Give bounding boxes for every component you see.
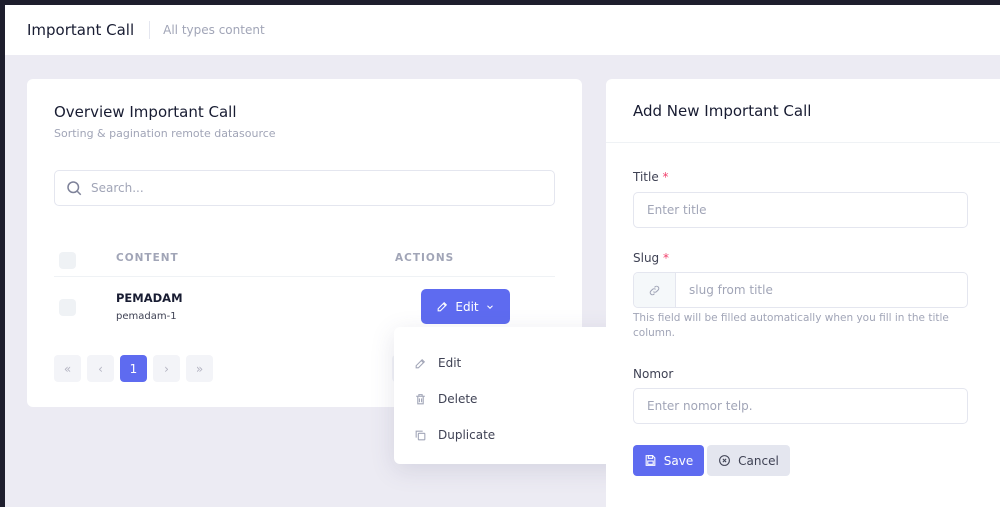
- page-title: Important Call: [27, 21, 135, 39]
- page-current-button[interactable]: 1: [120, 355, 147, 382]
- page-next-button[interactable]: ›: [153, 355, 180, 382]
- page-last-button[interactable]: »: [186, 355, 213, 382]
- add-form-card: Add New Important Call Title * Slug * Th…: [606, 79, 1000, 507]
- table-header: CONTENT ACTIONS: [54, 249, 555, 277]
- slug-hint: This field will be filled automatically …: [633, 312, 949, 339]
- pencil-icon: [438, 301, 448, 312]
- title-field[interactable]: [633, 192, 968, 228]
- row-content-slug: pemadam-1: [116, 311, 177, 322]
- save-icon: [645, 455, 656, 466]
- page-header: Important Call All types content: [5, 5, 1000, 55]
- overview-title: Overview Important Call: [54, 103, 237, 121]
- title-input[interactable]: [634, 203, 967, 217]
- overview-subtitle: Sorting & pagination remote datasource: [54, 127, 276, 140]
- menu-item-label: Duplicate: [438, 428, 496, 442]
- action-dropdown-menu: Edit Delete Duplicate: [394, 327, 628, 464]
- search-box[interactable]: [54, 170, 555, 206]
- column-actions: ACTIONS: [395, 252, 455, 264]
- nomor-input[interactable]: [634, 399, 967, 413]
- page-prev-button[interactable]: ‹: [87, 355, 114, 382]
- form-title: Add New Important Call: [606, 79, 1000, 143]
- save-button[interactable]: Save: [633, 445, 704, 476]
- edit-button-label: Edit: [455, 299, 479, 314]
- nomor-field[interactable]: [633, 388, 968, 424]
- menu-item-edit[interactable]: Edit: [394, 345, 628, 381]
- select-all-checkbox[interactable]: [59, 252, 76, 269]
- search-icon: [67, 181, 82, 196]
- title-label: Title *: [633, 170, 669, 184]
- menu-item-duplicate[interactable]: Duplicate: [394, 417, 628, 453]
- menu-item-label: Edit: [438, 356, 462, 370]
- pagination: « ‹ 1 › »: [54, 355, 213, 382]
- trash-icon: [416, 393, 425, 404]
- link-icon: [649, 285, 660, 295]
- chevron-down-icon: [486, 304, 493, 309]
- page-subtitle: All types content: [163, 23, 265, 37]
- page-first-button[interactable]: «: [54, 355, 81, 382]
- slug-field[interactable]: [633, 272, 968, 308]
- close-circle-icon: [719, 455, 731, 466]
- edit-dropdown-button[interactable]: Edit: [421, 289, 510, 324]
- cancel-button[interactable]: Cancel: [707, 445, 790, 476]
- required-mark: *: [662, 170, 669, 184]
- column-content[interactable]: CONTENT: [116, 252, 179, 264]
- row-content-name: PEMADAM: [116, 291, 183, 305]
- menu-item-delete[interactable]: Delete: [394, 381, 628, 417]
- save-label: Save: [663, 453, 694, 468]
- row-checkbox[interactable]: [59, 299, 76, 316]
- slug-addon: [634, 273, 676, 307]
- header-separator: [149, 21, 151, 39]
- required-mark: *: [663, 251, 670, 265]
- slug-input[interactable]: [676, 283, 967, 297]
- slug-label: Slug *: [633, 251, 670, 265]
- nomor-label: Nomor: [633, 367, 674, 381]
- left-edge: [0, 5, 5, 507]
- cancel-label: Cancel: [738, 453, 779, 468]
- menu-item-label: Delete: [438, 392, 478, 406]
- search-input[interactable]: [91, 181, 511, 195]
- pencil-icon: [415, 358, 426, 368]
- copy-icon: [415, 430, 426, 440]
